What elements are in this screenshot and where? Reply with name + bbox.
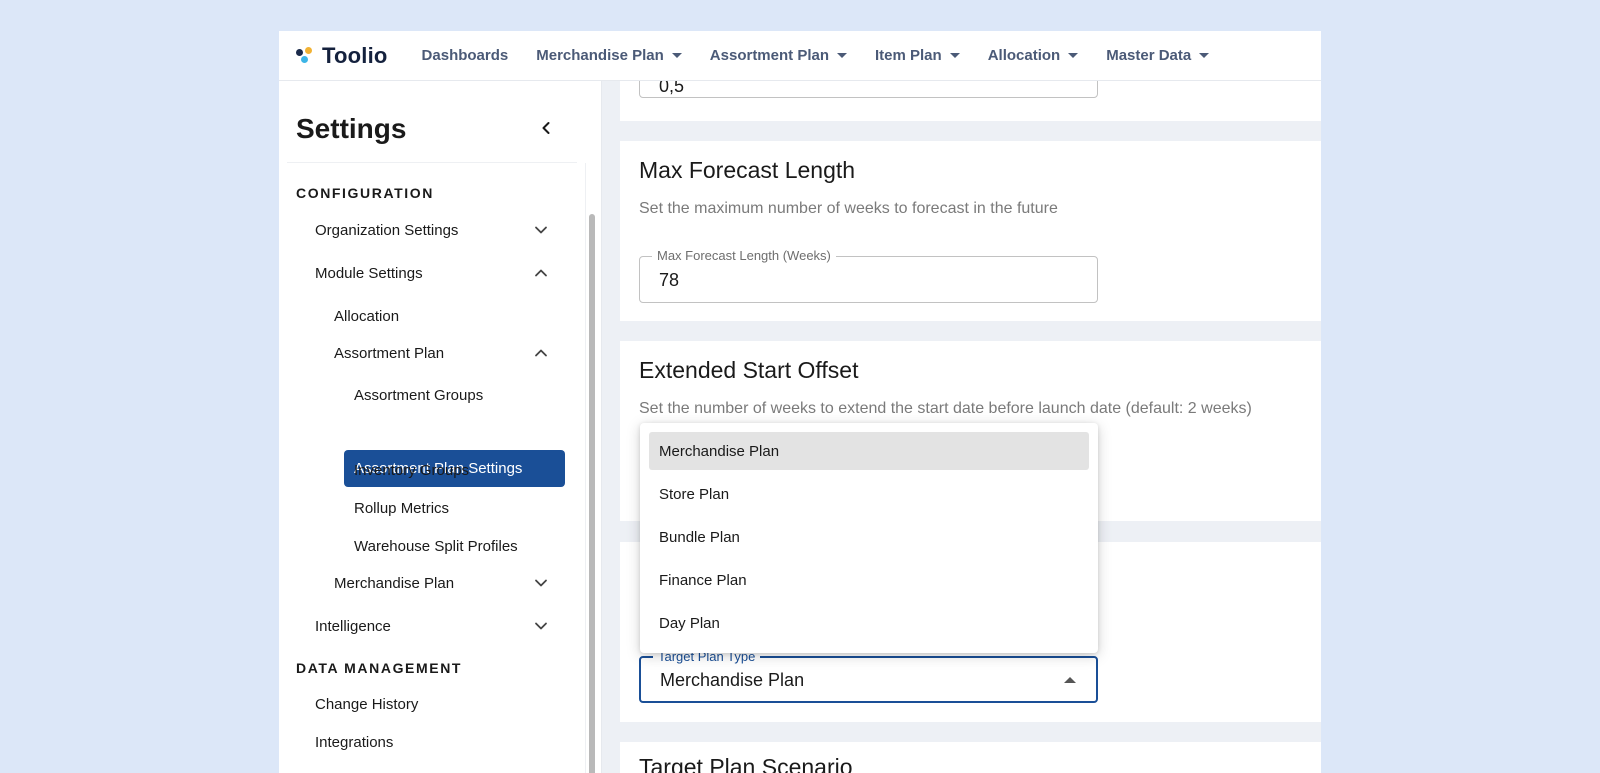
card-description: Set the number of weeks to extend the st… (639, 400, 1252, 417)
sidebar-item-label: Integrations (315, 733, 394, 751)
menu-item-label: Day Plan (659, 614, 720, 632)
section-configuration: CONFIGURATION (296, 185, 434, 201)
menu-item-label: Bundle Plan (659, 528, 740, 546)
menu-item-label: Store Plan (659, 485, 730, 503)
sidebar-item-label: Change History (315, 695, 419, 713)
app-window: Toolio Dashboards Merchandise Plan Assor… (279, 31, 1321, 773)
chevron-up-icon (535, 269, 547, 277)
nav-label: Dashboards (421, 47, 509, 64)
caret-down-icon (671, 53, 682, 58)
chevron-down-icon (535, 622, 547, 630)
chevron-left-icon[interactable] (536, 118, 556, 138)
sidebar-scrollbar-thumb[interactable] (589, 214, 595, 773)
max-forecast-card: Max Forecast Length Set the maximum numb… (620, 141, 1321, 321)
sidebar-item-change-history[interactable]: Change History (315, 686, 565, 722)
nav-assortment-plan[interactable]: Assortment Plan (710, 47, 847, 64)
nav-label: Item Plan (875, 47, 942, 64)
menu-item-store-plan[interactable]: Store Plan (649, 475, 1089, 513)
nav-label: Merchandise Plan (536, 47, 664, 64)
settings-sidebar: Settings CONFIGURATION Organization Sett… (279, 81, 602, 773)
field-label: Max Forecast Length (Weeks) (652, 248, 836, 263)
nav-label: Master Data (1106, 47, 1192, 64)
menu-item-bundle-plan[interactable]: Bundle Plan (649, 518, 1089, 556)
logo-text: Toolio (322, 42, 388, 68)
chevron-up-icon (535, 349, 547, 357)
chevron-down-icon (535, 579, 547, 587)
sidebar-item-label: Allocation (334, 307, 400, 325)
field-value: 78 (659, 270, 680, 290)
target-plan-scenario-card: Target Plan Scenario (620, 742, 1321, 773)
plan-type-dropdown-menu: Merchandise Plan Store Plan Bundle Plan … (640, 423, 1098, 653)
divider (287, 162, 577, 163)
card-title: Target Plan Scenario (639, 754, 853, 773)
nav-allocation[interactable]: Allocation (988, 47, 1079, 64)
menu-item-merchandise-plan[interactable]: Merchandise Plan (649, 432, 1089, 470)
logo-icon (296, 46, 316, 66)
menu-item-day-plan[interactable]: Day Plan (649, 604, 1089, 642)
sidebar-item-rollup-metrics[interactable]: Rollup Metrics (354, 490, 565, 526)
nav-item-plan[interactable]: Item Plan (875, 47, 960, 64)
nav-label: Allocation (987, 47, 1061, 64)
sidebar-item-warehouse-split-profiles[interactable]: Warehouse Split Profiles (354, 528, 565, 564)
sidebar-item-allocation[interactable]: Allocation (334, 298, 565, 334)
caret-down-icon (1199, 53, 1210, 58)
sidebar-item-label: Merchandise Plan (334, 574, 455, 592)
caret-down-icon (949, 53, 960, 58)
card-title: Extended Start Offset (639, 357, 859, 383)
sidebar-item-module-settings[interactable]: Module Settings (315, 255, 565, 291)
sidebar-item-label: Inventory Groups (354, 461, 470, 479)
caret-down-icon (1068, 53, 1079, 58)
menu-item-label: Merchandise Plan (659, 442, 780, 460)
sidebar-item-label: Warehouse Split Profiles (354, 537, 518, 555)
toolio-logo[interactable]: Toolio (296, 43, 388, 69)
sidebar-item-label: Module Settings (315, 264, 423, 282)
chevron-down-icon (535, 226, 547, 234)
sidebar-title: Settings (296, 113, 407, 144)
sidebar-item-label: Intelligence (315, 617, 391, 635)
field-value: 0,5 (659, 81, 685, 96)
partial-setting-card: 0,5 (620, 81, 1321, 121)
max-forecast-length-field[interactable]: Max Forecast Length (Weeks) 78 (639, 248, 1098, 303)
sidebar-item-label: Organization Settings (315, 221, 459, 239)
card-description: Set the maximum number of weeks to forec… (639, 200, 1058, 217)
sidebar-item-integrations[interactable]: Integrations (315, 724, 565, 760)
card-title: Max Forecast Length (639, 157, 856, 183)
partial-setting-field[interactable]: 0,5 (639, 81, 1098, 98)
caret-down-icon (837, 53, 847, 58)
sidebar-item-organization-settings[interactable]: Organization Settings (315, 212, 565, 248)
sidebar-item-inventory-groups[interactable]: Inventory Groups (354, 452, 565, 488)
sidebar-item-label: Assortment Plan (334, 344, 445, 362)
field-value: Merchandise Plan (660, 670, 805, 690)
sidebar-item-label: Rollup Metrics (354, 499, 450, 517)
nav-master-data[interactable]: Master Data (1106, 47, 1210, 64)
sidebar-item-assortment-plan[interactable]: Assortment Plan (334, 335, 565, 371)
nav-merchandise-plan[interactable]: Merchandise Plan (536, 47, 682, 64)
menu-item-finance-plan[interactable]: Finance Plan (649, 561, 1089, 599)
section-data-management: DATA MANAGEMENT (296, 660, 463, 676)
sidebar-item-intelligence[interactable]: Intelligence (315, 608, 565, 644)
caret-up-icon (1064, 677, 1076, 683)
sidebar-item-label: Assortment Groups (354, 386, 484, 404)
menu-item-label: Finance Plan (659, 571, 747, 589)
nav-label: Assortment Plan (709, 47, 829, 64)
sidebar-item-assortment-groups[interactable]: Assortment Groups (354, 377, 565, 413)
target-plan-type-select[interactable]: Target Plan Type Merchandise Plan (639, 649, 1098, 703)
nav-dashboards[interactable]: Dashboards (422, 47, 509, 64)
sidebar-item-merchandise-plan[interactable]: Merchandise Plan (334, 565, 565, 601)
top-nav: Toolio Dashboards Merchandise Plan Assor… (279, 31, 1321, 81)
